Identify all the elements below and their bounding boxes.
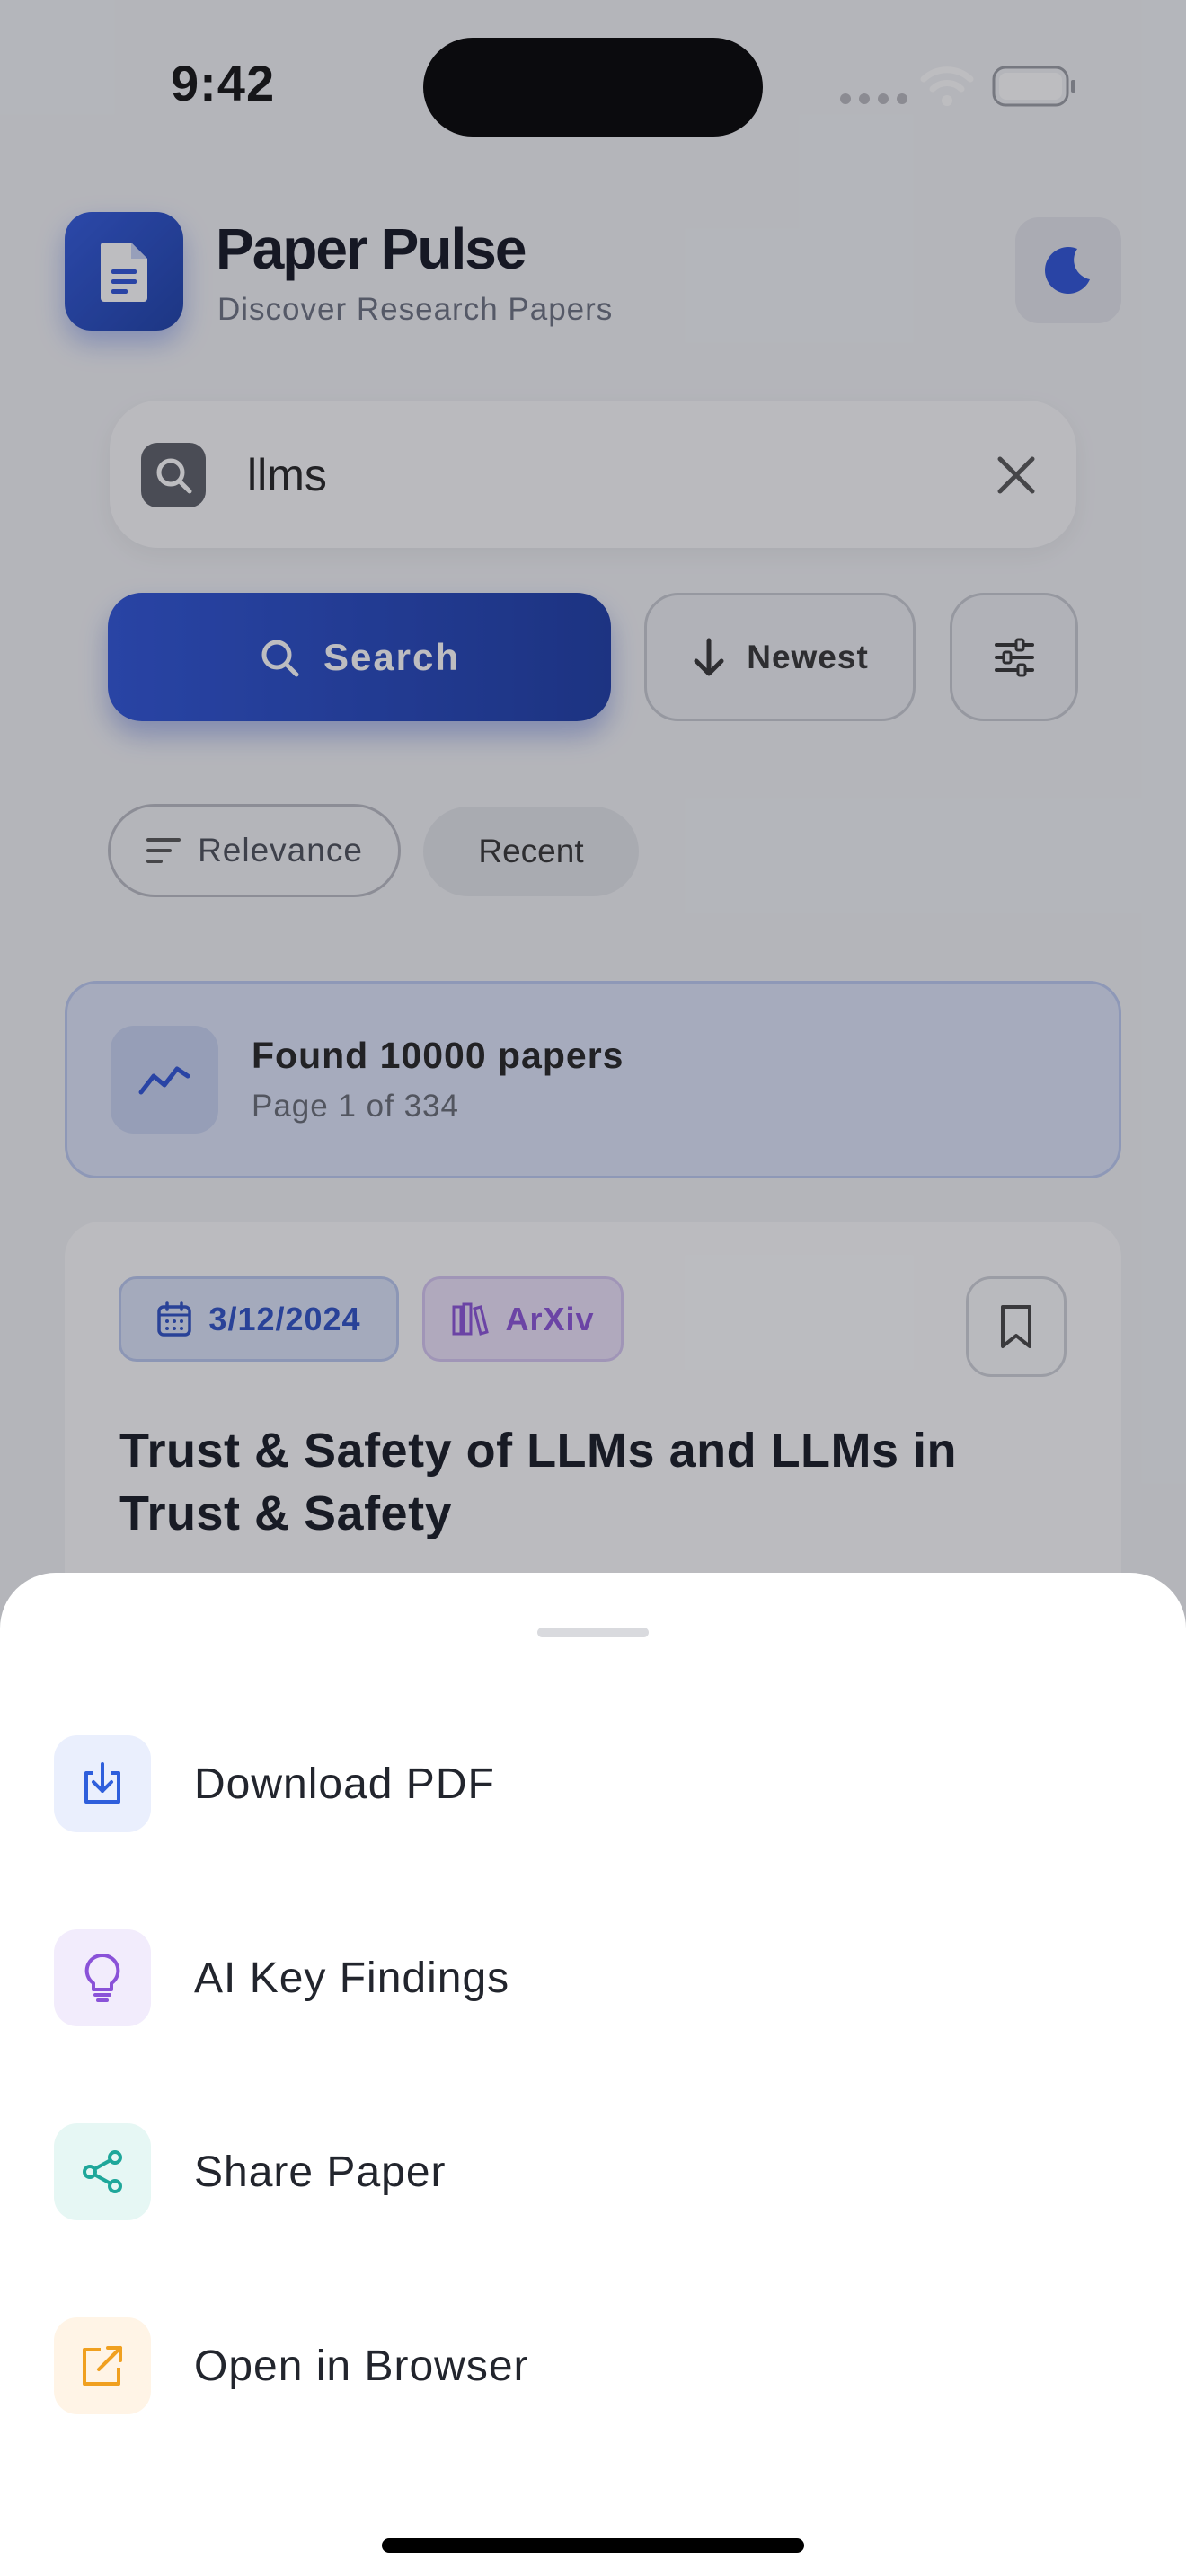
download-pdf-action[interactable]: Download PDF bbox=[0, 1691, 1186, 1885]
ai-key-findings-action[interactable]: AI Key Findings bbox=[0, 1885, 1186, 2079]
share-paper-action[interactable]: Share Paper bbox=[0, 2079, 1186, 2273]
share-paper-label: Share Paper bbox=[194, 2148, 447, 2196]
download-pdf-label: Download PDF bbox=[194, 1760, 495, 1808]
open-in-browser-action[interactable]: Open in Browser bbox=[0, 2273, 1186, 2467]
sheet-grabber[interactable] bbox=[537, 1628, 649, 1637]
share-icon bbox=[83, 2150, 122, 2193]
ai-key-findings-label: AI Key Findings bbox=[194, 1954, 510, 2002]
lightbulb-icon bbox=[84, 1953, 120, 2002]
external-link-icon bbox=[83, 2346, 122, 2386]
external-link-icon-box bbox=[54, 2317, 151, 2414]
open-in-browser-label: Open in Browser bbox=[194, 2342, 529, 2390]
home-indicator[interactable] bbox=[382, 2538, 804, 2553]
lightbulb-icon-box bbox=[54, 1929, 151, 2026]
download-icon bbox=[84, 1762, 120, 1804]
download-icon-box bbox=[54, 1735, 151, 1832]
share-icon-box bbox=[54, 2123, 151, 2220]
